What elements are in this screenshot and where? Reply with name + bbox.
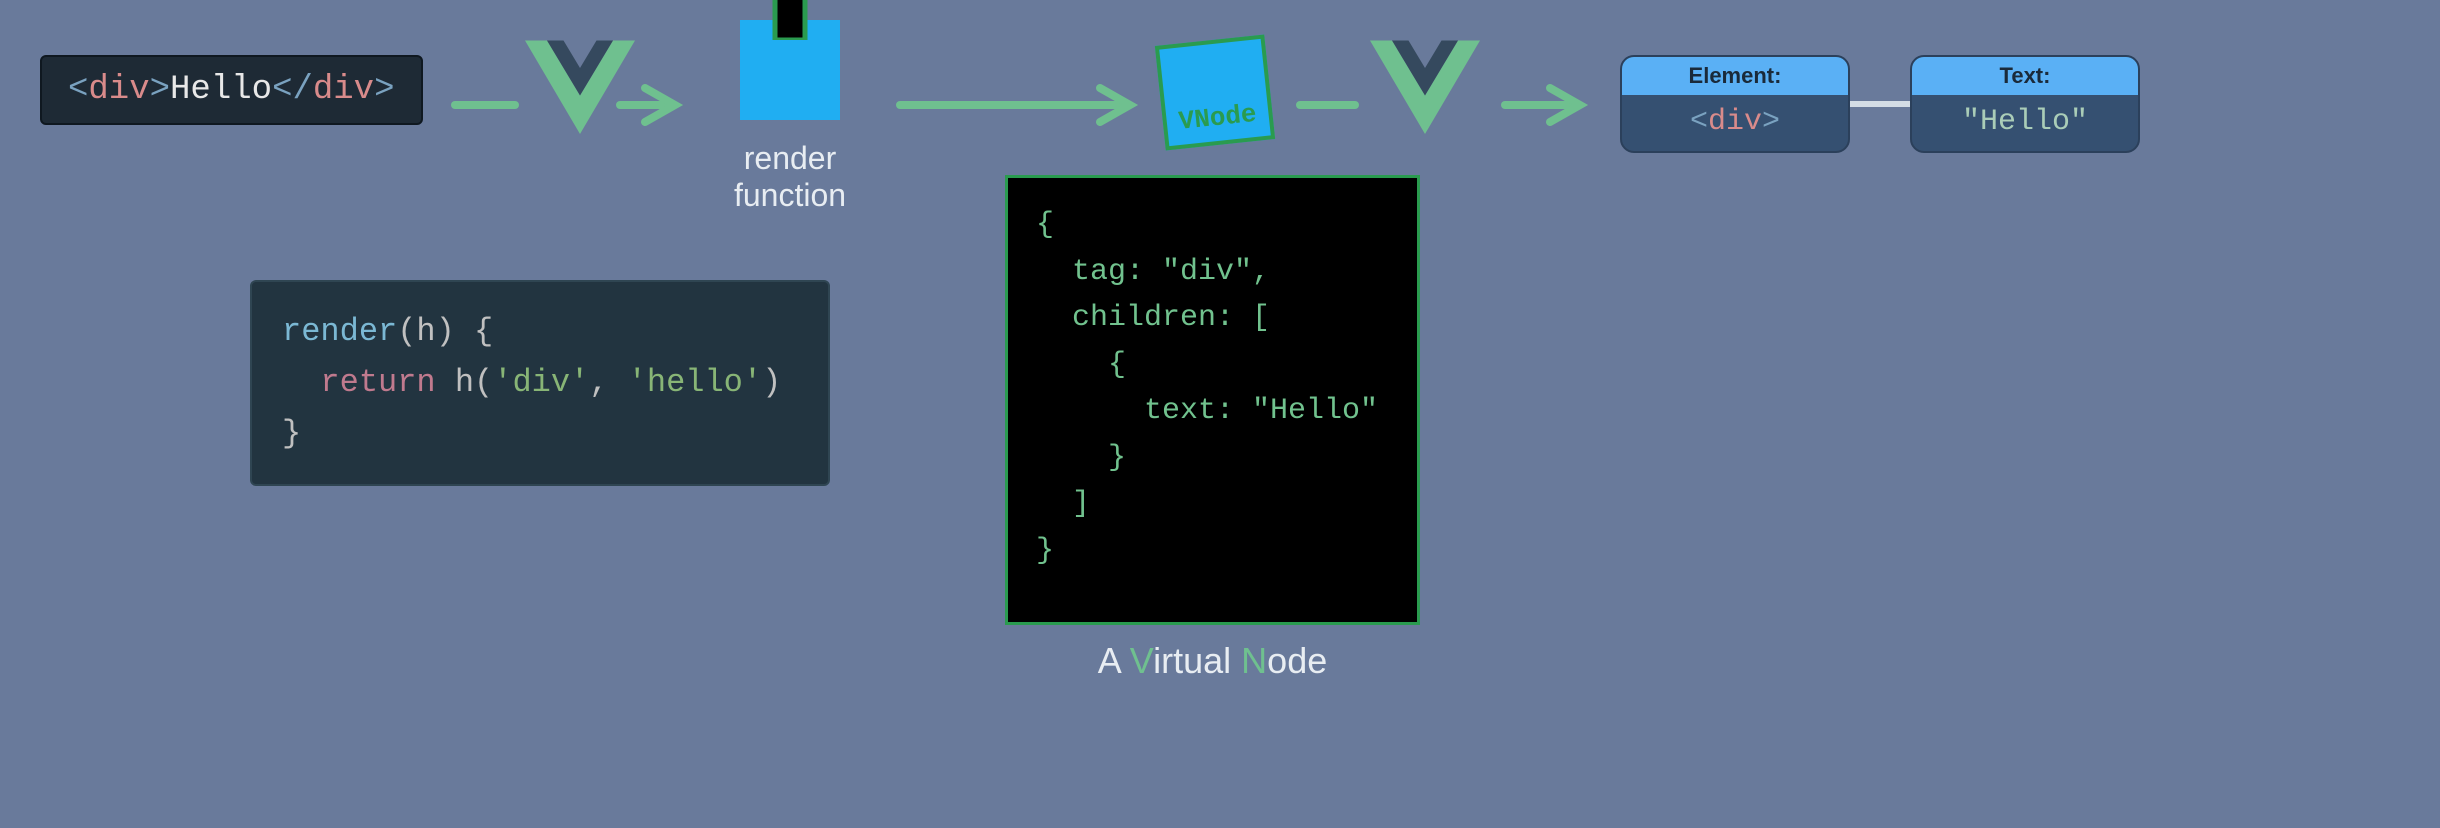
angle-bracket-close: > (374, 71, 394, 109)
vnode-caption: A Virtual Node (1005, 640, 1420, 682)
connector-line (1850, 101, 1910, 107)
tag-name: div (313, 71, 374, 109)
output-element-header: Element: (1622, 57, 1848, 95)
render-code-block: render(h) { return h('div', 'hello') } (250, 280, 830, 486)
output-text-body: "Hello" (1912, 95, 2138, 151)
output-text-node: Text: "Hello" (1910, 55, 2140, 153)
vnode-icon-label: VNode (1177, 99, 1258, 137)
output-text-header: Text: (1912, 57, 2138, 95)
output-element-body: <div> (1622, 95, 1848, 151)
vue-logo-icon (1370, 40, 1480, 145)
render-function-label: render function (700, 140, 880, 214)
vue-logo-icon (525, 40, 635, 145)
code-line: render(h) { (282, 306, 798, 357)
render-function-box: render function (700, 20, 880, 214)
vnode-json-block: { tag: "div", children: [ { text: "Hello… (1005, 175, 1420, 625)
arrow-right-icon (895, 80, 1145, 135)
arrow-up-icon (755, 0, 825, 45)
render-function-icon (740, 20, 840, 120)
angle-bracket-open: </ (272, 71, 313, 109)
tag-name: div (88, 71, 149, 109)
angle-bracket-open: < (68, 71, 88, 109)
code-line: } (282, 408, 798, 459)
vnode-icon: VNode (1155, 35, 1275, 151)
code-line: return h('div', 'hello') (282, 357, 798, 408)
output-element-node: Element: <div> (1620, 55, 1850, 153)
template-text: Hello (170, 71, 272, 109)
output-tree: Element: <div> Text: "Hello" (1620, 55, 2140, 153)
angle-bracket-close: > (150, 71, 170, 109)
template-code-block: <div>Hello</div> (40, 55, 423, 125)
